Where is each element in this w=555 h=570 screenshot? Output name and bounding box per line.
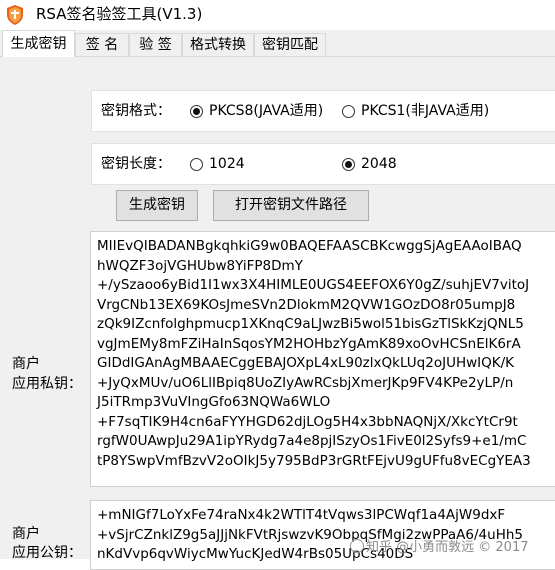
private-key-line: +F7sqTIK9H4cn6aFYYHGD62djLOg5H4x3bbNAQNj… xyxy=(97,413,518,430)
private-key-line: J5iTRmp3VuVIngGfo63NQWa6WLO xyxy=(97,394,331,410)
private-key-label-line1: 商户 xyxy=(12,356,40,372)
length-1024-radio[interactable] xyxy=(190,158,203,171)
private-key-line: vgJmEMy8mFZiHaInSqosYM2HOHbzYgAmK89xoOvH… xyxy=(97,335,521,352)
length-2048-radio[interactable] xyxy=(342,158,355,171)
pkcs1-radio[interactable] xyxy=(342,105,355,118)
tab-sign[interactable]: 签 名 xyxy=(75,33,129,56)
window-title: RSA签名验签工具(V1.3) xyxy=(36,5,203,23)
private-key-line: GIDdIGAnAgMBAAECggEBAJOXpL4xL90zlxQkLUq2… xyxy=(97,355,515,371)
key-format-label: 密钥格式： xyxy=(101,103,171,119)
tab-generate-keys[interactable]: 生成密钥 xyxy=(2,30,75,57)
private-key-line: VrgCNb13EX69KOsJmeSVn2DlokmM2QVW1GOzDO8r… xyxy=(97,296,516,313)
public-key-line: +mNIGf7LoYxFe74raNx4k2WTlT4tVqws3lPCWqf1… xyxy=(97,507,506,523)
open-key-path-button[interactable]: 打开密钥文件路径 xyxy=(213,190,369,221)
app-shield-icon xyxy=(7,5,23,25)
tab-key-match[interactable]: 密钥匹配 xyxy=(254,33,326,56)
pkcs8-radio-label[interactable]: PKCS8(JAVA适用) xyxy=(209,101,323,121)
private-key-line: tP8YSwpVmfBzvV2oOIkJ5y795BdP3rGRtFEjvU9g… xyxy=(97,452,531,469)
length-2048-radio-label[interactable]: 2048 xyxy=(361,154,397,174)
tab-format-convert[interactable]: 格式转换 xyxy=(182,33,254,56)
watermark-text: 知乎 @小勇而敦远 © 2017 xyxy=(366,540,529,555)
generate-keys-button[interactable]: 生成密钥 xyxy=(116,190,198,221)
private-key-label-line2: 应用私钥： xyxy=(12,376,82,392)
pkcs8-radio[interactable] xyxy=(190,105,203,118)
private-key-line: MIIEvQIBADANBgkqhkiG9w0BAQEFAASCBKcwggSj… xyxy=(97,238,522,254)
tab-verify[interactable]: 验 签 xyxy=(129,33,182,56)
private-key-line: +JyQxMUv/uO6LlIBpiq8UoZIyAwRCsbjXmerJKp9… xyxy=(97,374,514,391)
length-1024-radio-label[interactable]: 1024 xyxy=(209,154,245,174)
public-key-textarea[interactable]: +mNIGf7LoYxFe74raNx4k2WTlT4tVqws3lPCWqf1… xyxy=(90,500,555,570)
private-key-line: hWQZF3ojVGHUbw8YiFP8DmY xyxy=(97,257,303,274)
watermark-icon xyxy=(350,539,364,553)
key-length-label: 密钥长度： xyxy=(101,156,171,172)
private-key-line: rgfW0UAwpJu29A1ipYRydg7a4e8pjISzyOs1FivE… xyxy=(97,433,527,449)
private-key-line: zQk9IZcnfolghpmucp1XKnqC9aLJwzBi5wol51bi… xyxy=(97,316,524,332)
private-key-textarea[interactable]: MIIEvQIBADANBgkqhkiG9w0BAQEFAASCBKcwggSj… xyxy=(90,231,555,487)
private-key-line: +/ySzaoo6yBid1I1wx3X4HIMLE0UGS4EEFOX6Y0g… xyxy=(97,277,530,293)
public-key-label-line1: 商户 xyxy=(12,526,40,542)
title-bar: RSA签名验签工具(V1.3) xyxy=(0,0,555,30)
pkcs1-radio-label[interactable]: PKCS1(非JAVA适用) xyxy=(361,101,489,121)
public-key-label-line2: 应用公钥： xyxy=(12,545,82,561)
